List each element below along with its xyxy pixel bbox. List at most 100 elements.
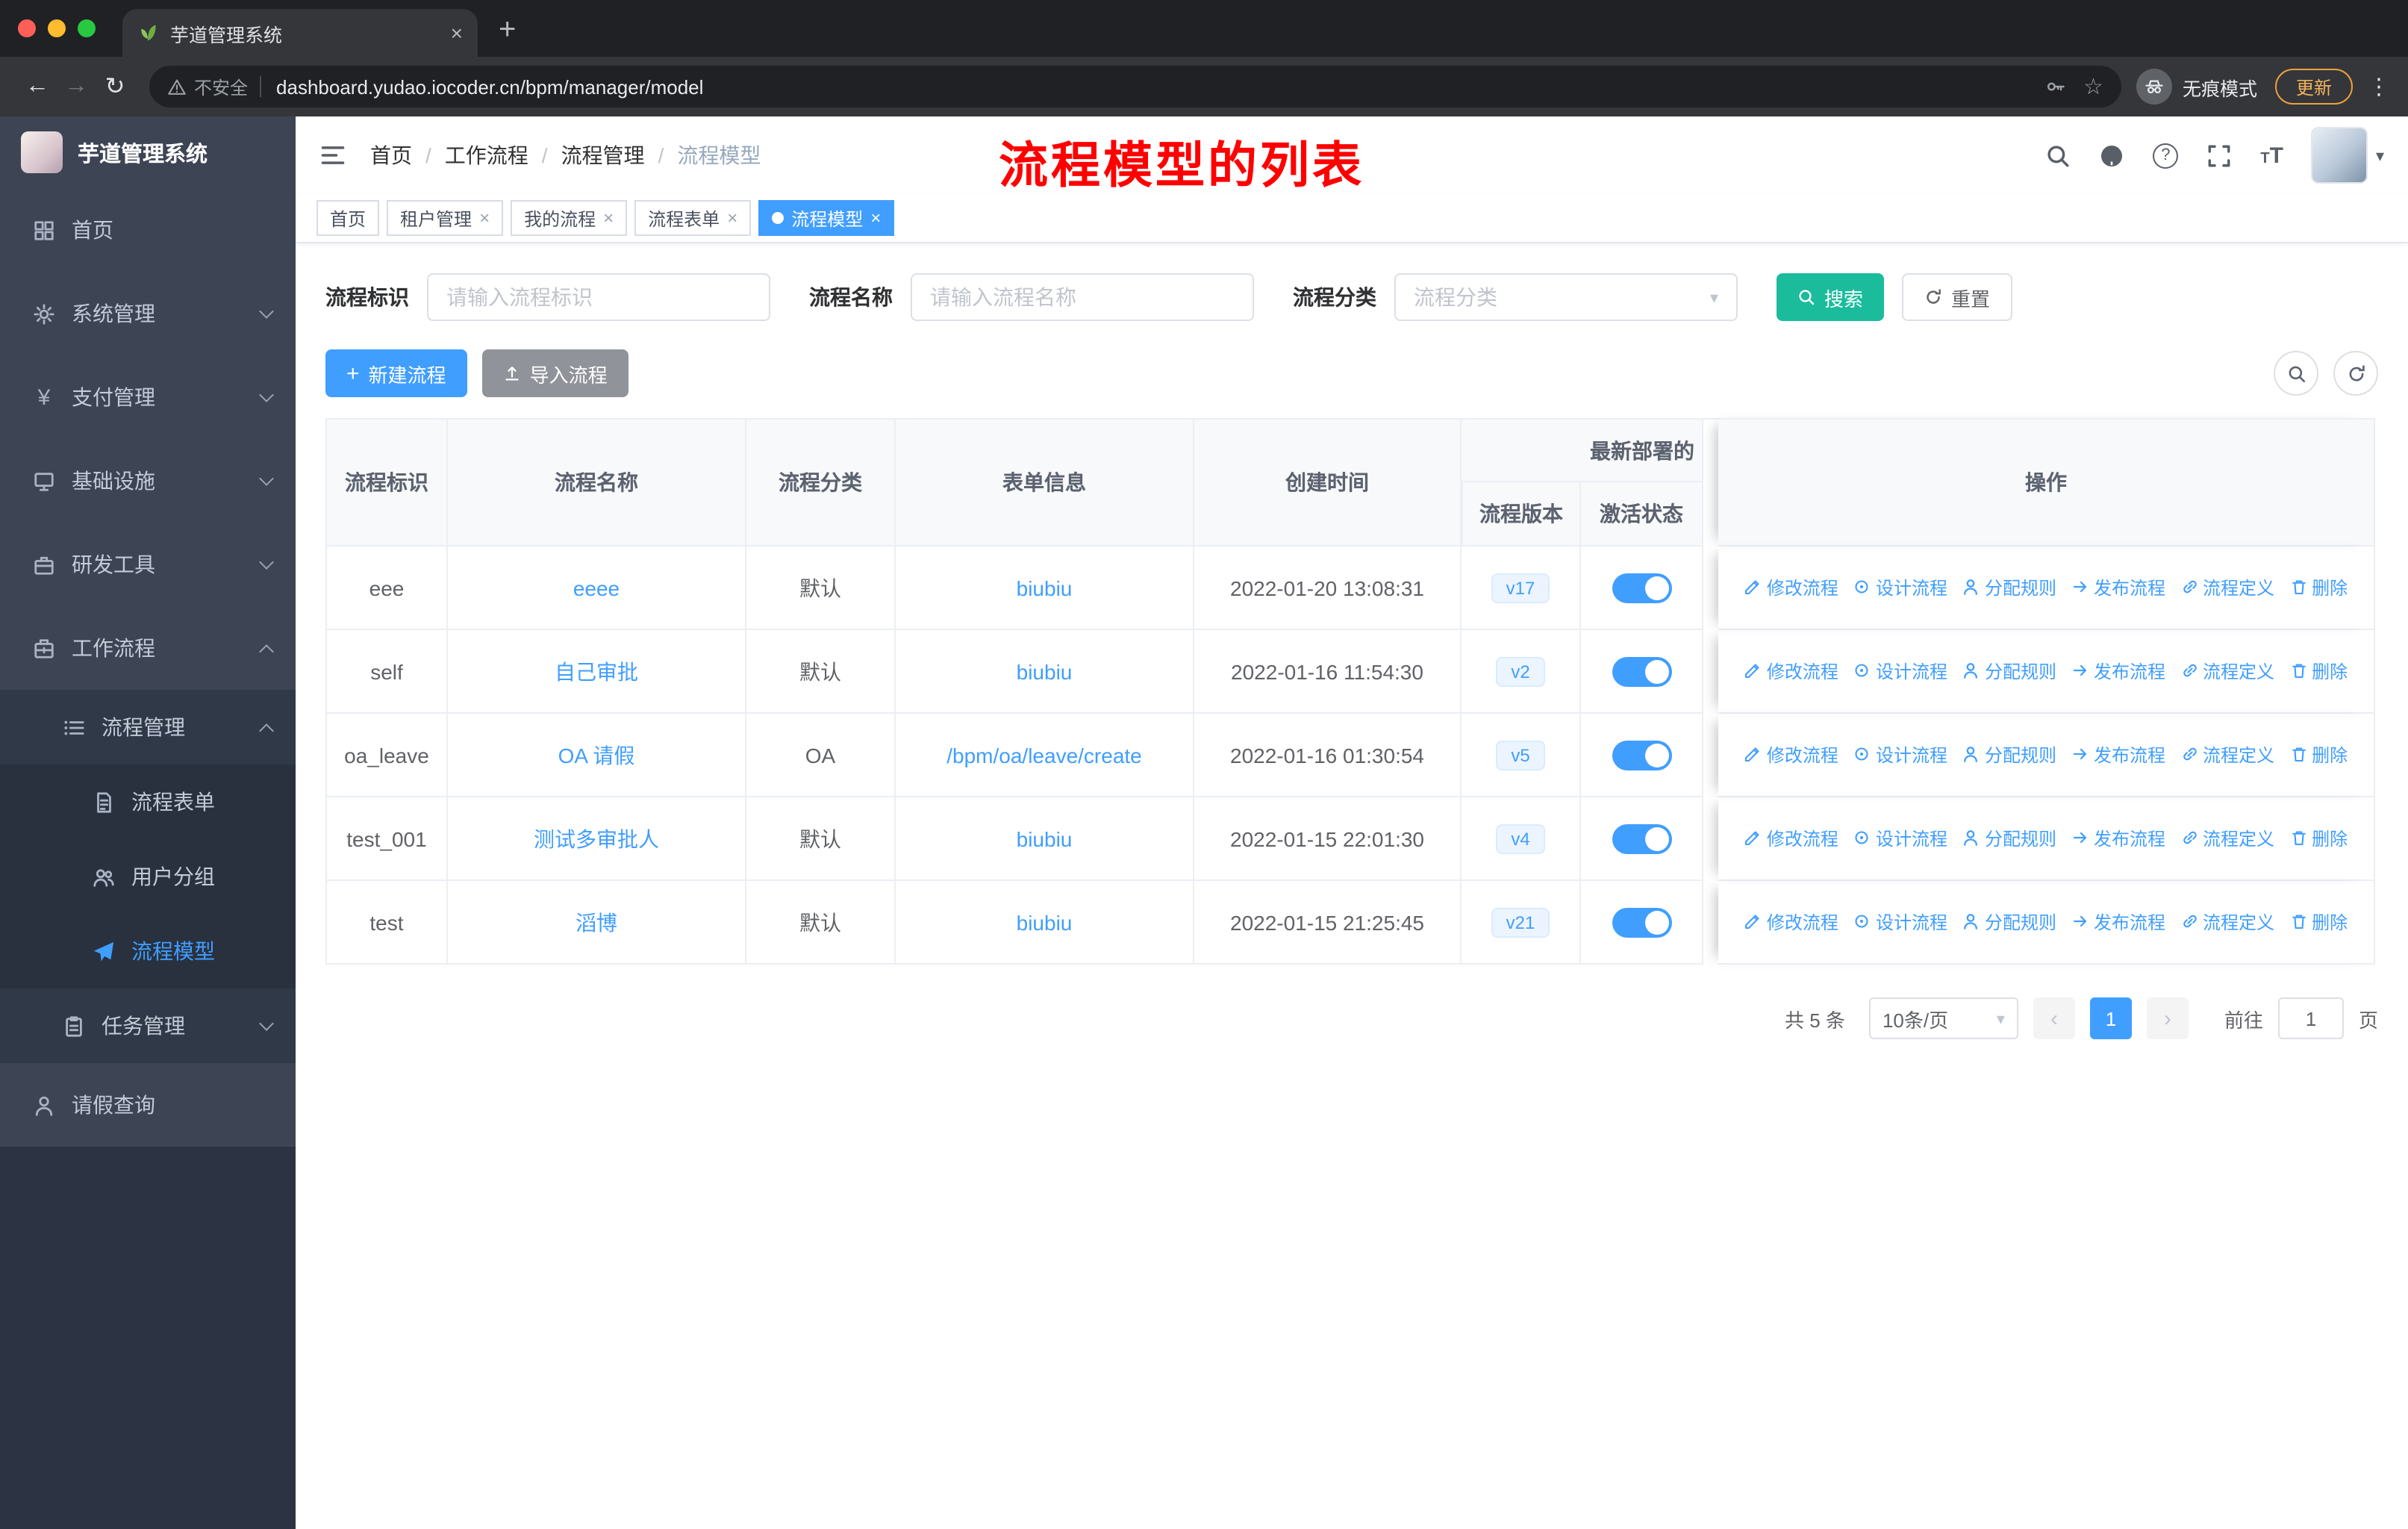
delete-link[interactable]: 删除 bbox=[2289, 658, 2348, 684]
process-definition-link[interactable]: 流程定义 bbox=[2180, 826, 2274, 851]
publish-process-link[interactable]: 发布流程 bbox=[2071, 575, 2165, 600]
sidebar-item-process-form[interactable]: 流程表单 bbox=[0, 764, 296, 839]
page-size-select[interactable]: 10条/页 ▾ bbox=[1868, 997, 2018, 1039]
tag-process-form[interactable]: 流程表单 × bbox=[634, 200, 752, 236]
sidebar-item-leave-query[interactable]: 请假查询 bbox=[0, 1063, 296, 1147]
form-info-link[interactable]: biubiu bbox=[1017, 826, 1073, 850]
process-category-select[interactable]: 流程分类 ▾ bbox=[1394, 273, 1738, 321]
publish-process-link[interactable]: 发布流程 bbox=[2071, 826, 2165, 851]
form-info-link[interactable]: biubiu bbox=[1017, 576, 1073, 600]
publish-process-link[interactable]: 发布流程 bbox=[2071, 658, 2165, 684]
sidebar-item-process-model[interactable]: 流程模型 bbox=[0, 914, 296, 988]
assign-rule-link[interactable]: 分配规则 bbox=[1962, 742, 2056, 767]
assign-rule-link[interactable]: 分配规则 bbox=[1962, 658, 2056, 684]
design-process-link[interactable]: 设计流程 bbox=[1853, 909, 1947, 935]
tab-close-icon[interactable]: × bbox=[451, 21, 463, 45]
process-definition-link[interactable]: 流程定义 bbox=[2180, 742, 2274, 767]
reset-button[interactable]: 重置 bbox=[1902, 273, 2013, 321]
user-menu[interactable]: ▾ bbox=[2311, 127, 2384, 184]
form-info-link[interactable]: biubiu bbox=[1017, 659, 1073, 683]
sidebar-item-process-mgmt[interactable]: 流程管理 bbox=[0, 690, 296, 764]
bookmark-star-icon[interactable]: ☆ bbox=[2083, 73, 2103, 100]
browser-menu-icon[interactable]: ⋮ bbox=[2368, 73, 2390, 100]
assign-rule-link[interactable]: 分配规则 bbox=[1962, 575, 2056, 600]
toggle-search-button[interactable] bbox=[2274, 351, 2318, 396]
process-definition-link[interactable]: 流程定义 bbox=[2180, 658, 2274, 684]
modify-process-link[interactable]: 修改流程 bbox=[1744, 742, 1838, 767]
password-key-icon[interactable] bbox=[2044, 76, 2065, 97]
sidebar-item-home[interactable]: 首页 bbox=[0, 188, 296, 272]
close-window-button[interactable] bbox=[18, 19, 36, 37]
sidebar-item-user-group[interactable]: 用户分组 bbox=[0, 839, 296, 914]
breadcrumb-home[interactable]: 首页 bbox=[370, 140, 412, 170]
new-process-button[interactable]: + 新建流程 bbox=[325, 349, 467, 397]
design-process-link[interactable]: 设计流程 bbox=[1853, 575, 1947, 600]
forward-button[interactable]: → bbox=[57, 73, 96, 100]
page-1-button[interactable]: 1 bbox=[2089, 997, 2132, 1039]
breadcrumb-workflow[interactable]: 工作流程 bbox=[445, 140, 528, 170]
breadcrumb-process-mgmt[interactable]: 流程管理 bbox=[561, 140, 645, 170]
publish-process-link[interactable]: 发布流程 bbox=[2071, 909, 2165, 935]
search-button[interactable]: 搜索 bbox=[1777, 273, 1885, 321]
github-icon[interactable] bbox=[2099, 143, 2124, 168]
sidebar-item-infrastructure[interactable]: 基础设施 bbox=[0, 439, 296, 523]
active-status-toggle[interactable] bbox=[1612, 656, 1671, 686]
import-process-button[interactable]: 导入流程 bbox=[481, 349, 628, 397]
browser-tab[interactable]: 芋道管理系统 × bbox=[122, 9, 478, 57]
publish-process-link[interactable]: 发布流程 bbox=[2071, 742, 2165, 767]
refresh-table-button[interactable] bbox=[2333, 351, 2378, 396]
process-name-link[interactable]: 自己审批 bbox=[555, 659, 638, 683]
process-id-input[interactable] bbox=[427, 273, 770, 321]
sidebar-item-workflow[interactable]: 工作流程 bbox=[0, 606, 296, 690]
zoom-window-button[interactable] bbox=[78, 19, 96, 37]
back-button[interactable]: ← bbox=[18, 73, 57, 100]
goto-page-input[interactable] bbox=[2277, 997, 2344, 1039]
hamburger-icon[interactable] bbox=[319, 142, 346, 169]
form-info-link[interactable]: /bpm/oa/leave/create bbox=[946, 743, 1142, 767]
modify-process-link[interactable]: 修改流程 bbox=[1744, 658, 1838, 684]
design-process-link[interactable]: 设计流程 bbox=[1853, 658, 1947, 684]
delete-link[interactable]: 删除 bbox=[2289, 909, 2348, 935]
tag-my-process[interactable]: 我的流程 × bbox=[511, 200, 628, 236]
sidebar-item-task-mgmt[interactable]: 任务管理 bbox=[0, 988, 296, 1063]
process-name-link[interactable]: 滔博 bbox=[576, 910, 617, 934]
close-icon[interactable]: × bbox=[603, 208, 614, 228]
modify-process-link[interactable]: 修改流程 bbox=[1744, 909, 1838, 935]
form-info-link[interactable]: biubiu bbox=[1017, 910, 1073, 934]
active-status-toggle[interactable] bbox=[1612, 823, 1671, 853]
active-status-toggle[interactable] bbox=[1612, 907, 1671, 937]
next-page-button[interactable]: › bbox=[2146, 997, 2189, 1039]
design-process-link[interactable]: 设计流程 bbox=[1853, 742, 1947, 767]
active-status-toggle[interactable] bbox=[1612, 740, 1671, 770]
tag-home[interactable]: 首页 bbox=[316, 200, 380, 236]
process-name-link[interactable]: OA 请假 bbox=[558, 743, 635, 767]
sidebar-item-dev-tools[interactable]: 研发工具 bbox=[0, 523, 296, 606]
reload-button[interactable]: ↻ bbox=[96, 72, 134, 102]
close-icon[interactable]: × bbox=[479, 208, 490, 228]
assign-rule-link[interactable]: 分配规则 bbox=[1962, 909, 2056, 935]
new-tab-button[interactable]: + bbox=[499, 13, 516, 48]
active-status-toggle[interactable] bbox=[1612, 573, 1671, 602]
process-name-link[interactable]: eeee bbox=[573, 576, 620, 600]
assign-rule-link[interactable]: 分配规则 bbox=[1962, 826, 2056, 851]
font-size-icon[interactable]: TT bbox=[2260, 143, 2283, 168]
fullscreen-icon[interactable] bbox=[2206, 143, 2232, 168]
sidebar-item-system-mgmt[interactable]: 系统管理 bbox=[0, 272, 296, 355]
design-process-link[interactable]: 设计流程 bbox=[1853, 826, 1947, 851]
tag-tenant-mgmt[interactable]: 租户管理 × bbox=[387, 200, 504, 236]
chrome-update-button[interactable]: 更新 bbox=[2274, 69, 2353, 105]
prev-page-button[interactable]: ‹ bbox=[2033, 997, 2075, 1039]
process-name-link[interactable]: 测试多审批人 bbox=[534, 826, 659, 850]
close-icon[interactable]: × bbox=[727, 208, 737, 228]
help-icon[interactable]: ? bbox=[2153, 143, 2179, 168]
tag-process-model[interactable]: 流程模型 × bbox=[758, 200, 895, 236]
minimize-window-button[interactable] bbox=[48, 19, 66, 37]
modify-process-link[interactable]: 修改流程 bbox=[1744, 575, 1838, 600]
delete-link[interactable]: 删除 bbox=[2289, 742, 2348, 767]
process-definition-link[interactable]: 流程定义 bbox=[2180, 575, 2274, 600]
process-definition-link[interactable]: 流程定义 bbox=[2180, 909, 2274, 935]
avatar[interactable] bbox=[2311, 127, 2368, 184]
process-name-input[interactable] bbox=[911, 273, 1254, 321]
sidebar-item-payment-mgmt[interactable]: ¥ 支付管理 bbox=[0, 355, 296, 439]
search-icon[interactable] bbox=[2045, 143, 2071, 168]
